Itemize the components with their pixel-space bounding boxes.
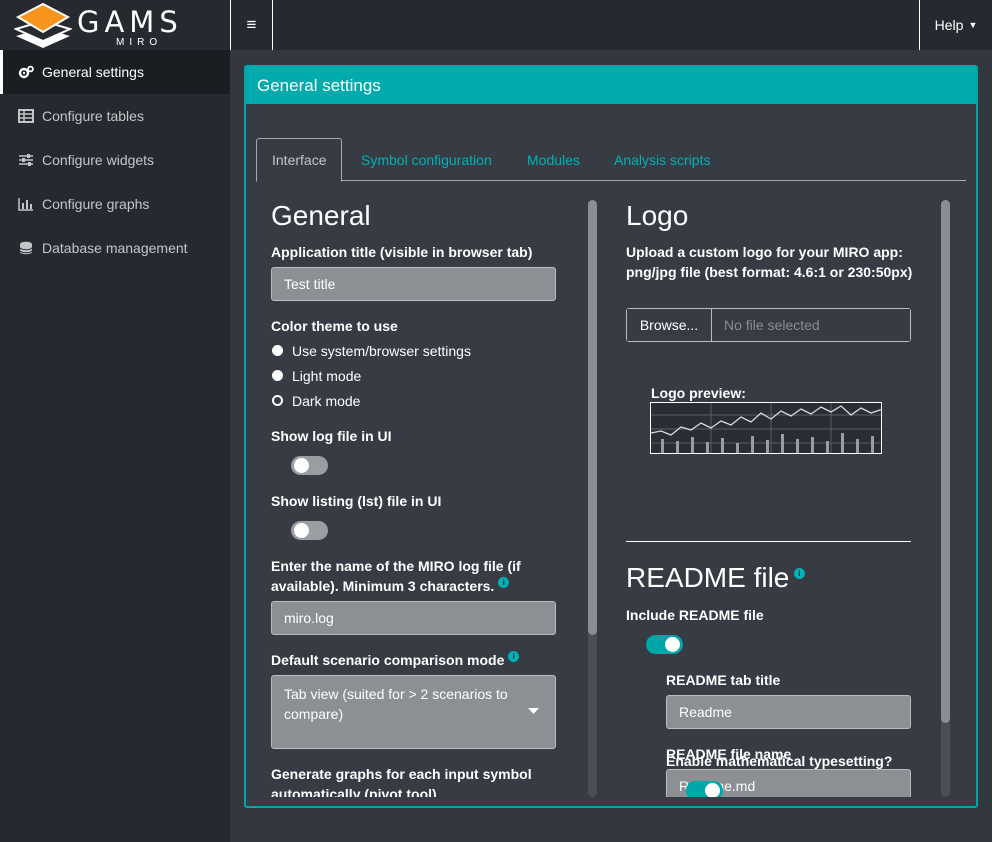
show-log-label: Show log file in UI xyxy=(271,428,392,444)
logfile-name-input[interactable]: miro.log xyxy=(271,601,556,635)
toggle-knob xyxy=(705,783,720,797)
compare-mode-value: Tab view (suited for > 2 scenarios to co… xyxy=(284,686,508,722)
panel-header: General settings xyxy=(246,67,976,104)
tab-symbol-configuration[interactable]: Symbol configuration xyxy=(361,138,492,181)
app-title-input[interactable]: Test title xyxy=(271,267,556,301)
toggle-knob xyxy=(665,637,680,652)
gams-miro-logo[interactable]: GAMS MIRO xyxy=(10,0,230,50)
help-menu-button[interactable]: Help ▼ xyxy=(919,0,992,50)
section-divider xyxy=(626,541,911,542)
gears-icon xyxy=(18,65,34,79)
general-heading: General xyxy=(271,200,371,231)
include-readme-toggle[interactable] xyxy=(646,635,683,654)
logo-preview-label: Logo preview: xyxy=(651,385,746,401)
info-icon[interactable]: i xyxy=(508,651,520,663)
logo-readme-column-scrollbar[interactable] xyxy=(941,200,950,797)
file-name-display[interactable]: No file selected xyxy=(712,309,910,341)
chart-icon xyxy=(18,198,33,211)
math-typesetting-label: Enable mathematical typesetting? xyxy=(666,753,893,769)
readme-tab-title-input[interactable]: Readme xyxy=(666,695,911,729)
theme-option-label: Light mode xyxy=(292,367,362,384)
sidebar-item-label: Configure widgets xyxy=(42,152,155,168)
sidebar-item-database-management[interactable]: Database management xyxy=(0,226,230,270)
sidebar-item-label: Database management xyxy=(42,240,188,256)
sidebar-item-configure-tables[interactable]: Configure tables xyxy=(0,94,230,138)
show-lst-label: Show listing (lst) file in UI xyxy=(271,493,442,509)
sliders-icon xyxy=(19,154,33,166)
logo-heading: Logo xyxy=(626,200,689,231)
select-caret-down-icon xyxy=(528,708,539,714)
scrollbar-thumb[interactable] xyxy=(941,200,950,723)
browse-button[interactable]: Browse... xyxy=(627,309,712,341)
theme-option-label: Use system/browser settings xyxy=(292,342,471,359)
logfile-name-label-text: Enter the name of the MIRO log file (if … xyxy=(271,558,521,594)
pivot-graphs-label: Generate graphs for each input symbol au… xyxy=(271,766,532,797)
settings-tabs: Interface Symbol configuration Modules A… xyxy=(256,138,966,182)
readme-tab-title-label: README tab title xyxy=(666,672,781,688)
toggle-knob xyxy=(294,458,309,473)
logo-readme-column: Logo Upload a custom logo for your MIRO … xyxy=(626,200,936,797)
stock-chart-preview-icon xyxy=(651,403,881,453)
tab-analysis-scripts[interactable]: Analysis scripts xyxy=(614,138,710,181)
info-icon[interactable]: i xyxy=(498,577,510,589)
readme-heading: README file i xyxy=(626,562,805,594)
theme-option-label: Dark mode xyxy=(292,392,361,409)
show-log-toggle[interactable] xyxy=(291,456,328,475)
compare-mode-select[interactable]: Tab view (suited for > 2 scenarios to co… xyxy=(271,675,556,749)
logo-upload-label: Upload a custom logo for your MIRO app: … xyxy=(626,244,913,280)
panel-title: General settings xyxy=(257,75,381,95)
logo-file-input: Browse... No file selected xyxy=(626,308,911,342)
show-lst-toggle[interactable] xyxy=(291,521,328,540)
logfile-name-label: Enter the name of the MIRO log file (if … xyxy=(271,556,561,596)
math-typesetting-toggle[interactable] xyxy=(686,781,723,797)
sidebar-item-configure-widgets[interactable]: Configure widgets xyxy=(0,138,230,182)
general-column: General Application title (visible in br… xyxy=(271,200,561,797)
sidebar-toggle-button[interactable]: ≡ xyxy=(230,0,273,50)
sidebar: General settings Configure tables Config… xyxy=(0,50,230,842)
logo-layers-icon xyxy=(14,2,72,48)
theme-option-system[interactable]: Use system/browser settings xyxy=(272,338,471,363)
general-settings-panel: General settings Interface Symbol config… xyxy=(244,65,978,808)
sidebar-item-label: General settings xyxy=(42,64,144,80)
readme-heading-text: README file xyxy=(626,562,790,593)
database-icon xyxy=(19,241,33,255)
caret-down-icon: ▼ xyxy=(968,20,978,30)
sidebar-item-general-settings[interactable]: General settings xyxy=(0,50,230,94)
logo-word: GAMS xyxy=(77,5,183,39)
logo-subword: MIRO xyxy=(116,37,163,48)
radio-checked-icon xyxy=(272,395,283,406)
app-title-label: Application title (visible in browser ta… xyxy=(271,244,533,260)
color-theme-label: Color theme to use xyxy=(271,318,398,334)
radio-unchecked-icon xyxy=(272,345,283,356)
main-content: General settings Interface Symbol config… xyxy=(230,50,992,842)
table-icon xyxy=(18,109,34,123)
radio-unchecked-icon xyxy=(272,370,283,381)
tab-modules[interactable]: Modules xyxy=(527,138,580,181)
tab-interface[interactable]: Interface xyxy=(256,138,343,182)
general-column-scrollbar[interactable] xyxy=(588,200,597,797)
theme-option-dark[interactable]: Dark mode xyxy=(272,388,471,413)
toggle-knob xyxy=(294,523,309,538)
logo-preview-image xyxy=(650,402,882,454)
math-typesetting-toggle-clip xyxy=(666,778,966,797)
color-theme-radio-group: Use system/browser settings Light mode D… xyxy=(272,338,471,413)
sidebar-item-label: Configure tables xyxy=(42,108,144,124)
theme-option-light[interactable]: Light mode xyxy=(272,363,471,388)
info-icon[interactable]: i xyxy=(793,568,805,579)
include-readme-label: Include README file xyxy=(626,607,764,623)
help-label: Help xyxy=(934,17,964,33)
top-navbar: GAMS MIRO ≡ Help ▼ xyxy=(0,0,992,50)
scrollbar-thumb[interactable] xyxy=(588,200,597,635)
compare-mode-label: Default scenario comparison mode i xyxy=(271,650,520,670)
compare-mode-label-text: Default scenario comparison mode xyxy=(271,652,505,668)
sidebar-item-label: Configure graphs xyxy=(42,196,150,212)
hamburger-icon: ≡ xyxy=(246,15,257,34)
sidebar-item-configure-graphs[interactable]: Configure graphs xyxy=(0,182,230,226)
